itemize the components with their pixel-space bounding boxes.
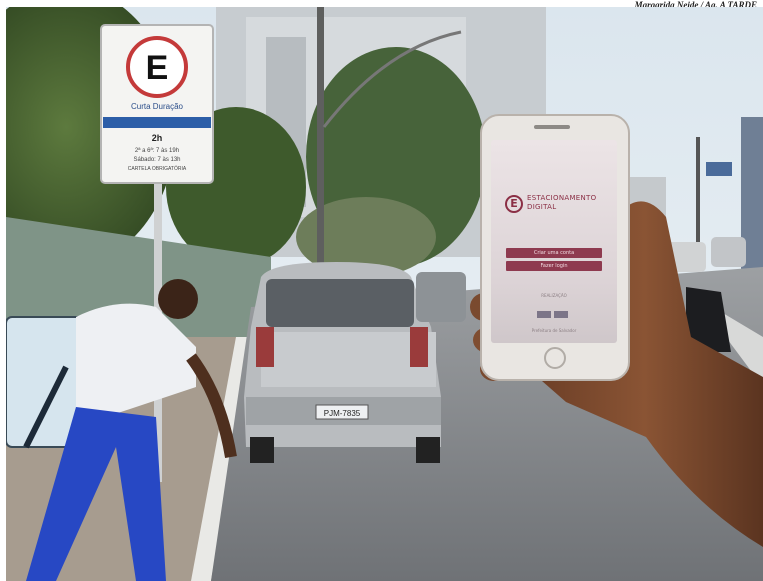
app-title-line-2: DIGITAL — [527, 203, 557, 211]
phone-speaker — [534, 125, 570, 129]
parking-sign-hours: 2h — [152, 133, 163, 143]
parking-sign-line-3: CARTELA OBRIGATÓRIA — [128, 165, 187, 172]
app-footer-note: Prefeitura de Salvador — [531, 328, 577, 333]
parking-sign-letter: E — [146, 49, 169, 87]
utility-pole — [317, 7, 324, 277]
silver-car: PJM-7835 — [244, 262, 441, 463]
sponsor-logos — [537, 303, 571, 318]
app-logo-icon: E — [505, 195, 523, 213]
road-sign-blue — [706, 162, 732, 176]
app-footer-label: REALIZAÇÃO — [541, 293, 567, 298]
parking-sign-line-1: 2ª a 6ª: 7 às 19h — [135, 147, 179, 154]
license-plate-text: PJM-7835 — [324, 409, 361, 418]
create-account-button[interactable]: Criar uma conta — [506, 248, 602, 258]
parking-sign-zone: Curta Duração — [131, 102, 184, 111]
car-distant-1 — [416, 272, 466, 322]
app-title-line-1: ESTACIONAMENTO — [527, 194, 597, 202]
vendor-head — [158, 279, 198, 319]
parking-sign: E Curta Duração 2h 2ª a 6ª: 7 às 19h Sáb… — [100, 24, 214, 184]
parking-sign-line-2: Sábado: 7 às 13h — [133, 157, 180, 163]
photo-scene: PJM-7835 E Curta Duração 2h 2ª a 6ª: 7 à… — [6, 7, 763, 581]
street-photo: PJM-7835 E Curta Duração 2h 2ª a 6ª: 7 à… — [6, 7, 763, 581]
phone-screen-app: E ESTACIONAMENTO DIGITAL Criar uma conta… — [491, 140, 617, 343]
login-button[interactable]: Fazer login — [506, 261, 602, 271]
